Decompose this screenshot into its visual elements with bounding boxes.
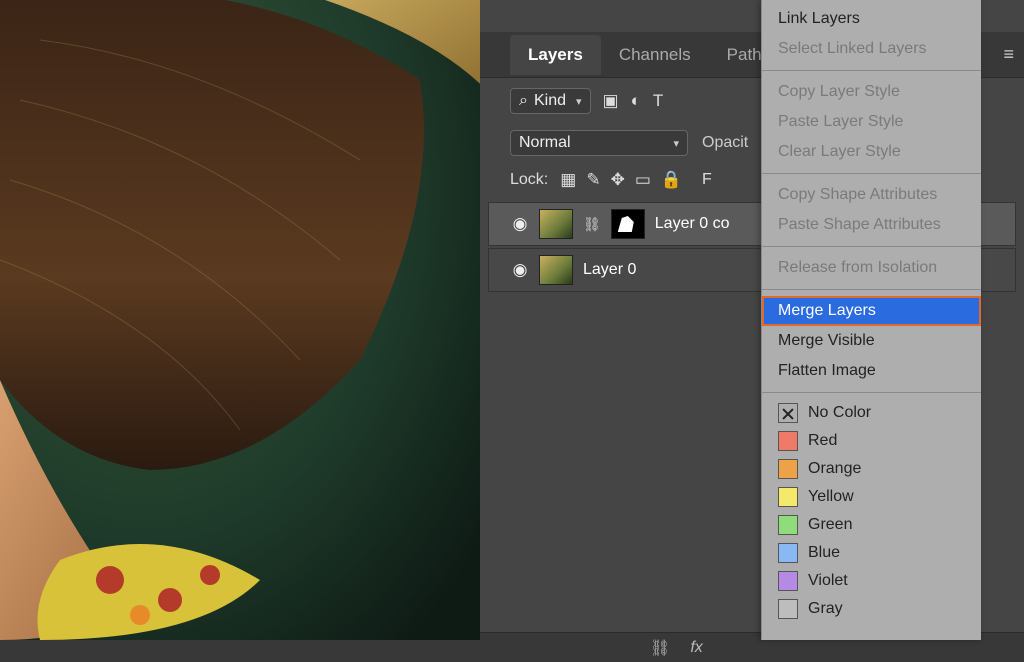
fx-button[interactable]: fx xyxy=(690,639,702,657)
visibility-toggle[interactable]: ◉ xyxy=(511,260,529,280)
blend-mode-dropdown[interactable]: Normal ▾ xyxy=(510,130,688,156)
color-label-text: Violet xyxy=(808,572,848,590)
filter-pixel-icon[interactable]: ▣ xyxy=(603,91,619,111)
menu-separator xyxy=(762,70,981,71)
swatch-none xyxy=(778,403,798,423)
menu-separator xyxy=(762,246,981,247)
link-layers-icon[interactable]: ⛓ xyxy=(650,638,670,658)
color-label-yellow[interactable]: Yellow xyxy=(762,483,981,511)
color-label-text: Blue xyxy=(808,544,840,562)
color-label-violet[interactable]: Violet xyxy=(762,567,981,595)
menu-flatten-image[interactable]: Flatten Image xyxy=(762,356,981,386)
menu-separator xyxy=(762,289,981,290)
chevron-down-icon: ▾ xyxy=(673,137,679,150)
tab-layers[interactable]: Layers xyxy=(510,35,601,75)
color-label-text: No Color xyxy=(808,404,871,422)
menu-merge-layers[interactable]: Merge Layers xyxy=(762,296,981,326)
filter-kind-dropdown[interactable]: ⌕ Kind ▾ xyxy=(510,88,591,114)
layer-name[interactable]: Layer 0 co xyxy=(655,215,730,233)
color-label-none[interactable]: No Color xyxy=(762,399,981,427)
lock-artboard-icon[interactable]: ▭ xyxy=(635,170,651,190)
layer-thumbnail[interactable] xyxy=(539,255,573,285)
color-label-orange[interactable]: Orange xyxy=(762,455,981,483)
color-label-text: Yellow xyxy=(808,488,854,506)
layer-name[interactable]: Layer 0 xyxy=(583,261,636,279)
visibility-toggle[interactable]: ◉ xyxy=(511,214,529,234)
lock-all-icon[interactable]: 🔒 xyxy=(661,170,682,190)
menu-link-layers[interactable]: Link Layers xyxy=(762,4,981,34)
color-label-gray[interactable]: Gray xyxy=(762,595,981,623)
color-label-red[interactable]: Red xyxy=(762,427,981,455)
chevron-down-icon: ▾ xyxy=(576,95,582,108)
filter-type-icons: ▣ ◐ T xyxy=(603,91,664,111)
swatch-green xyxy=(778,515,798,535)
mask-thumbnail[interactable] xyxy=(611,209,645,239)
document-canvas[interactable] xyxy=(0,0,480,640)
menu-separator xyxy=(762,392,981,393)
swatch-orange xyxy=(778,459,798,479)
color-label-text: Orange xyxy=(808,460,861,478)
color-label-green[interactable]: Green xyxy=(762,511,981,539)
menu-clear-layer-style: Clear Layer Style xyxy=(762,137,981,167)
menu-merge-visible[interactable]: Merge Visible xyxy=(762,326,981,356)
menu-separator xyxy=(762,173,981,174)
menu-select-linked-layers: Select Linked Layers xyxy=(762,34,981,64)
lock-position-icon[interactable]: ✥ xyxy=(611,170,625,190)
search-icon: ⌕ xyxy=(519,92,528,110)
lock-pixels-icon[interactable]: ✎ xyxy=(586,170,600,190)
opacity-label: Opacit xyxy=(702,134,748,152)
color-label-text: Gray xyxy=(808,600,843,618)
layer-context-menu: Link Layers Select Linked Layers Copy La… xyxy=(761,0,981,640)
layer-thumbnail[interactable] xyxy=(539,209,573,239)
swatch-red xyxy=(778,431,798,451)
blend-mode-value: Normal xyxy=(519,134,571,152)
menu-release-from-isolation: Release from Isolation xyxy=(762,253,981,283)
color-label-text: Green xyxy=(808,516,852,534)
filter-adjustment-icon[interactable]: ◐ xyxy=(631,91,641,111)
color-label-blue[interactable]: Blue xyxy=(762,539,981,567)
lock-label: Lock: xyxy=(510,171,548,189)
filter-kind-label: Kind xyxy=(534,92,566,110)
swatch-violet xyxy=(778,571,798,591)
panel-menu-button[interactable]: ≡ xyxy=(1003,44,1014,65)
menu-copy-layer-style: Copy Layer Style xyxy=(762,77,981,107)
tab-channels[interactable]: Channels xyxy=(601,35,709,75)
swatch-blue xyxy=(778,543,798,563)
mask-link-icon[interactable]: ⛓ xyxy=(583,216,601,233)
menu-paste-shape-attributes: Paste Shape Attributes xyxy=(762,210,981,240)
lock-transparency-icon[interactable]: ▦ xyxy=(560,170,576,190)
menu-copy-shape-attributes: Copy Shape Attributes xyxy=(762,180,981,210)
swatch-gray xyxy=(778,599,798,619)
color-label-text: Red xyxy=(808,432,837,450)
fill-label: F xyxy=(702,171,712,189)
menu-paste-layer-style: Paste Layer Style xyxy=(762,107,981,137)
swatch-yellow xyxy=(778,487,798,507)
filter-type-icon[interactable]: T xyxy=(653,91,663,111)
